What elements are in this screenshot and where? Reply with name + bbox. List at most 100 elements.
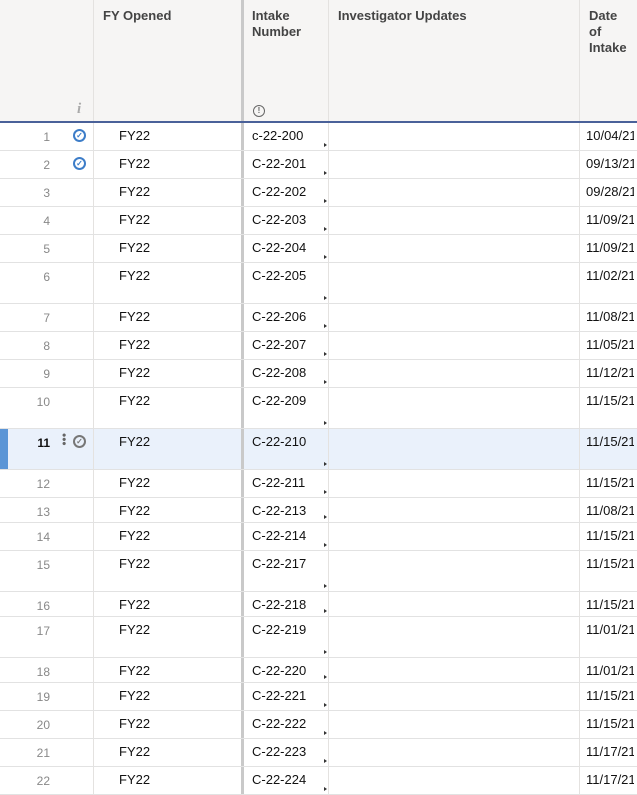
row-number-cell[interactable]: 12 [0,470,93,497]
table-row[interactable]: 14 FY22 C-22-214 11/15/21 [0,523,637,551]
table-row[interactable]: 20 FY22 C-22-222 11/15/21 [0,711,637,739]
table-row[interactable]: 19 FY22 C-22-221 11/15/21 [0,683,637,711]
fy-opened-cell[interactable]: FY22 [93,617,241,657]
intake-number-cell[interactable]: C-22-209 [244,388,328,428]
investigator-updates-cell[interactable] [328,617,579,657]
date-of-intake-cell[interactable]: 11/17/21 [579,767,634,794]
table-row[interactable]: 17 FY22 C-22-219 11/01/21 [0,617,637,658]
row-number-cell[interactable]: 20 [0,711,93,738]
table-row[interactable]: ••• 11 ✓ FY22 C-22-210 11/15/21 [0,429,637,470]
intake-number-cell[interactable]: C-22-217 [244,551,328,591]
row-number-cell[interactable]: 1 ✓ [0,123,93,150]
fy-opened-cell[interactable]: FY22 [93,179,241,206]
intake-number-cell[interactable]: C-22-223 [244,739,328,766]
table-row[interactable]: 15 FY22 C-22-217 11/15/21 [0,551,637,592]
fy-opened-cell[interactable]: FY22 [93,551,241,591]
investigator-updates-cell[interactable] [328,551,579,591]
table-row[interactable]: 3 FY22 C-22-202 09/28/21 [0,179,637,207]
column-header-date-of-intake[interactable]: Date of Intake [579,0,634,121]
row-number-cell[interactable]: 11 ✓ [0,429,93,469]
date-of-intake-cell[interactable]: 09/28/21 [579,179,634,206]
intake-number-cell[interactable]: C-22-214 [244,523,328,550]
intake-number-cell[interactable]: C-22-219 [244,617,328,657]
fy-opened-cell[interactable]: FY22 [93,235,241,262]
intake-number-cell[interactable]: C-22-213 [244,498,328,522]
table-row[interactable]: 1 ✓ FY22 c-22-200 10/04/21 [0,123,637,151]
row-number-cell[interactable]: 9 [0,360,93,387]
column-header-intake-number[interactable]: Intake Number! [244,0,328,121]
intake-number-cell[interactable]: C-22-206 [244,304,328,331]
investigator-updates-cell[interactable] [328,498,579,522]
row-number-cell[interactable]: 5 [0,235,93,262]
date-of-intake-cell[interactable]: 11/15/21 [579,592,634,616]
table-row[interactable]: 8 FY22 C-22-207 11/05/21 [0,332,637,360]
intake-number-cell[interactable]: C-22-211 [244,470,328,497]
row-number-cell[interactable]: 4 [0,207,93,234]
investigator-updates-cell[interactable] [328,151,579,178]
investigator-updates-cell[interactable] [328,429,579,469]
row-number-cell[interactable]: 17 [0,617,93,657]
date-of-intake-cell[interactable]: 11/01/21 [579,658,634,682]
table-row[interactable]: 9 FY22 C-22-208 11/12/21 [0,360,637,388]
investigator-updates-cell[interactable] [328,388,579,428]
sync-icon[interactable]: ✓ [73,157,86,170]
intake-number-cell[interactable]: C-22-222 [244,711,328,738]
date-of-intake-cell[interactable]: 11/15/21 [579,711,634,738]
date-of-intake-cell[interactable]: 11/15/21 [579,551,634,591]
table-row[interactable]: 21 FY22 C-22-223 11/17/21 [0,739,637,767]
date-of-intake-cell[interactable]: 11/12/21 [579,360,634,387]
fy-opened-cell[interactable]: FY22 [93,429,241,469]
investigator-updates-cell[interactable] [328,658,579,682]
row-number-cell[interactable]: 18 [0,658,93,682]
row-number-cell[interactable]: 8 [0,332,93,359]
fy-opened-cell[interactable]: FY22 [93,658,241,682]
fy-opened-cell[interactable]: FY22 [93,470,241,497]
intake-number-cell[interactable]: C-22-208 [244,360,328,387]
table-row[interactable]: 5 FY22 C-22-204 11/09/21 [0,235,637,263]
investigator-updates-cell[interactable] [328,711,579,738]
investigator-updates-cell[interactable] [328,332,579,359]
row-number-cell[interactable]: 6 [0,263,93,303]
intake-number-cell[interactable]: C-22-218 [244,592,328,616]
date-of-intake-cell[interactable]: 11/15/21 [579,429,634,469]
intake-number-cell[interactable]: C-22-221 [244,683,328,710]
date-of-intake-cell[interactable]: 11/02/21 [579,263,634,303]
row-number-cell[interactable]: 13 [0,498,93,522]
investigator-updates-cell[interactable] [328,767,579,794]
row-number-cell[interactable]: 19 [0,683,93,710]
date-of-intake-cell[interactable]: 11/08/21 [579,498,634,522]
intake-number-cell[interactable]: c-22-200 [244,123,328,150]
fy-opened-cell[interactable]: FY22 [93,592,241,616]
fy-opened-cell[interactable]: FY22 [93,123,241,150]
intake-number-cell[interactable]: C-22-220 [244,658,328,682]
table-row[interactable]: 22 FY22 C-22-224 11/17/21 [0,767,637,795]
date-of-intake-cell[interactable]: 09/13/21 [579,151,634,178]
investigator-updates-cell[interactable] [328,235,579,262]
investigator-updates-cell[interactable] [328,123,579,150]
date-of-intake-cell[interactable]: 11/15/21 [579,523,634,550]
intake-number-cell[interactable]: C-22-202 [244,179,328,206]
date-of-intake-cell[interactable]: 11/15/21 [579,388,634,428]
investigator-updates-cell[interactable] [328,207,579,234]
intake-number-cell[interactable]: C-22-205 [244,263,328,303]
fy-opened-cell[interactable]: FY22 [93,332,241,359]
sync-icon[interactable]: ✓ [73,435,86,448]
column-header-investigator-updates[interactable]: Investigator Updates [328,0,579,121]
date-of-intake-cell[interactable]: 11/09/21 [579,207,634,234]
investigator-updates-cell[interactable] [328,592,579,616]
investigator-updates-cell[interactable] [328,360,579,387]
fy-opened-cell[interactable]: FY22 [93,711,241,738]
date-of-intake-cell[interactable]: 11/15/21 [579,683,634,710]
table-row[interactable]: 13 FY22 C-22-213 11/08/21 [0,498,637,523]
date-of-intake-cell[interactable]: 11/01/21 [579,617,634,657]
fy-opened-cell[interactable]: FY22 [93,207,241,234]
row-number-cell[interactable]: 10 [0,388,93,428]
row-number-cell[interactable]: 21 [0,739,93,766]
fy-opened-cell[interactable]: FY22 [93,304,241,331]
intake-number-cell[interactable]: C-22-201 [244,151,328,178]
investigator-updates-cell[interactable] [328,304,579,331]
row-number-cell[interactable]: 16 [0,592,93,616]
investigator-updates-cell[interactable] [328,683,579,710]
date-of-intake-cell[interactable]: 11/09/21 [579,235,634,262]
investigator-updates-cell[interactable] [328,263,579,303]
